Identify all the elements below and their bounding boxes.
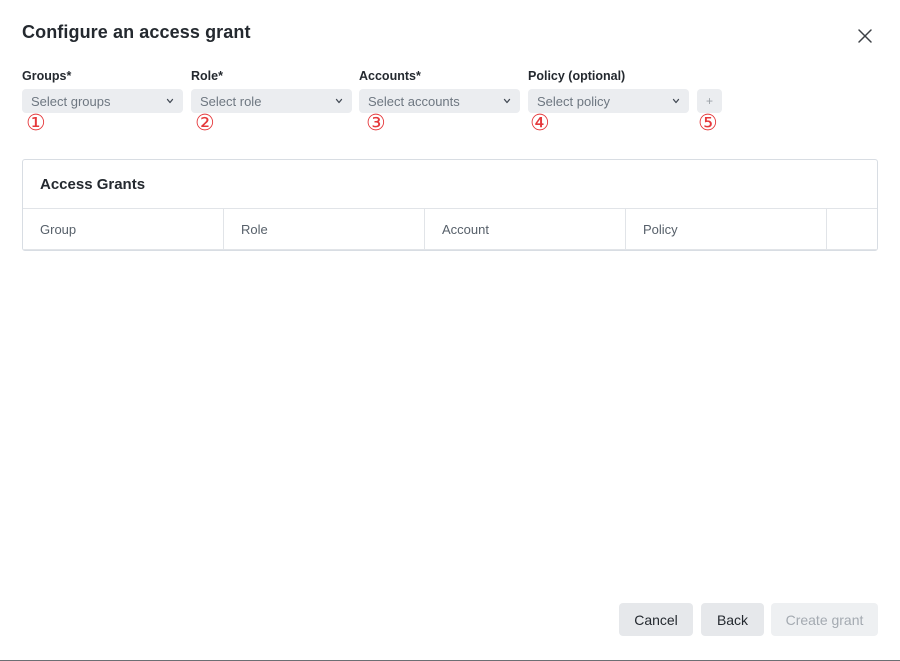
column-header-actions: [827, 209, 877, 249]
chevron-down-icon: [335, 98, 343, 104]
accounts-label: Accounts*: [359, 69, 421, 83]
create-grant-button[interactable]: Create grant: [771, 603, 878, 636]
chevron-down-icon: [166, 98, 174, 104]
policy-label: Policy (optional): [528, 69, 626, 83]
policy-field: Policy (optional) Select policy: [528, 68, 689, 113]
add-grant-button[interactable]: +: [697, 89, 722, 113]
access-grant-dialog: Configure an access grant Groups* Select…: [0, 0, 900, 661]
groups-select[interactable]: Select groups: [22, 89, 183, 113]
role-field: Role* Select role: [191, 68, 352, 113]
step-marker-2: ②: [195, 111, 215, 136]
policy-placeholder: Select policy: [537, 93, 610, 109]
policy-select[interactable]: Select policy: [528, 89, 689, 113]
close-icon[interactable]: [856, 27, 874, 45]
chevron-down-icon: [672, 98, 680, 104]
cancel-button[interactable]: Cancel: [619, 603, 693, 636]
groups-field: Groups* Select groups: [22, 68, 183, 113]
dialog-title: Configure an access grant: [22, 22, 251, 42]
step-marker-1: ①: [26, 111, 46, 136]
role-placeholder: Select role: [200, 93, 262, 109]
back-button[interactable]: Back: [701, 603, 764, 636]
step-marker-5: ⑤: [698, 111, 718, 136]
accounts-select[interactable]: Select accounts: [359, 89, 520, 113]
column-header-group: Group: [23, 209, 224, 249]
groups-placeholder: Select groups: [31, 93, 111, 109]
role-label: Role*: [191, 69, 223, 83]
role-select[interactable]: Select role: [191, 89, 352, 113]
plus-icon: +: [705, 94, 713, 108]
table-title: Access Grants: [23, 160, 877, 209]
column-header-policy: Policy: [626, 209, 827, 249]
chevron-down-icon: [503, 98, 511, 104]
column-header-role: Role: [224, 209, 425, 249]
table-header-row: Group Role Account Policy: [23, 209, 877, 250]
step-marker-3: ③: [366, 111, 386, 136]
step-marker-4: ④: [530, 111, 550, 136]
accounts-placeholder: Select accounts: [368, 93, 460, 109]
column-header-account: Account: [425, 209, 626, 249]
groups-label: Groups*: [22, 69, 72, 83]
access-grants-table: Access Grants Group Role Account Policy: [22, 159, 878, 251]
accounts-field: Accounts* Select accounts: [359, 68, 520, 113]
